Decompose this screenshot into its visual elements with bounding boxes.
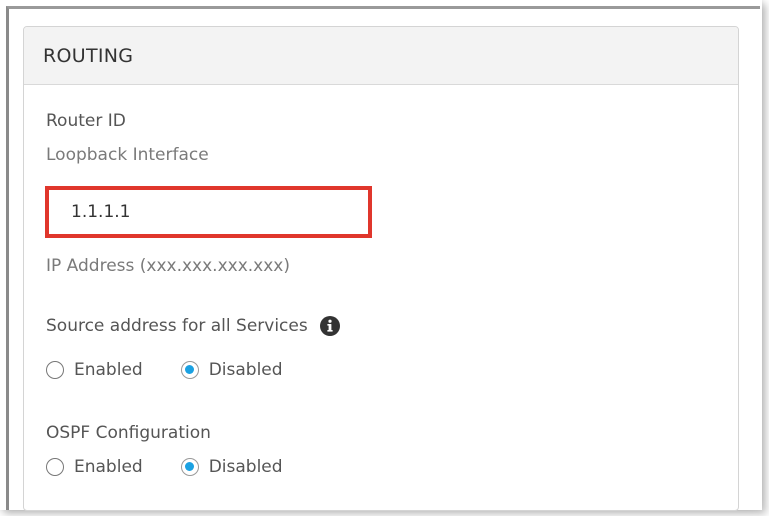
source-address-enabled-label: Enabled xyxy=(74,360,143,380)
panel-header: ROUTING xyxy=(24,27,738,85)
ip-address-hint: IP Address (xxx.xxx.xxx.xxx) xyxy=(46,256,290,276)
routing-panel: ROUTING Router ID Loopback Interface 1.1… xyxy=(23,26,739,511)
router-id-sublabel: Loopback Interface xyxy=(46,145,209,165)
router-id-label: Router ID xyxy=(46,111,126,131)
source-address-disabled-radio[interactable] xyxy=(180,361,199,379)
ospf-enabled-radio[interactable] xyxy=(46,458,64,476)
source-address-enabled-radio[interactable] xyxy=(46,361,64,379)
panel-title: ROUTING xyxy=(43,44,134,67)
source-address-row: Source address for all Services xyxy=(46,316,340,336)
ospf-disabled-radio[interactable] xyxy=(180,458,199,476)
ospf-label: OSPF Configuration xyxy=(46,423,211,443)
screenshot-stage: ROUTING Router ID Loopback Interface 1.1… xyxy=(0,0,769,516)
source-address-label: Source address for all Services xyxy=(46,316,308,336)
source-address-disabled-option[interactable]: Disabled xyxy=(180,360,283,380)
info-icon[interactable] xyxy=(319,316,340,336)
ospf-enabled-option[interactable]: Enabled xyxy=(46,457,143,477)
ospf-enabled-label: Enabled xyxy=(74,457,143,477)
ospf-disabled-label: Disabled xyxy=(208,457,283,477)
router-id-value: 1.1.1.1 xyxy=(71,202,131,222)
ospf-radio-group: Enabled Disabled xyxy=(46,457,321,477)
source-address-disabled-label: Disabled xyxy=(208,360,283,380)
source-address-enabled-option[interactable]: Enabled xyxy=(46,360,143,380)
router-id-input[interactable]: 1.1.1.1 xyxy=(45,186,372,238)
ospf-disabled-option[interactable]: Disabled xyxy=(180,457,283,477)
source-address-radio-group: Enabled Disabled xyxy=(46,360,321,380)
